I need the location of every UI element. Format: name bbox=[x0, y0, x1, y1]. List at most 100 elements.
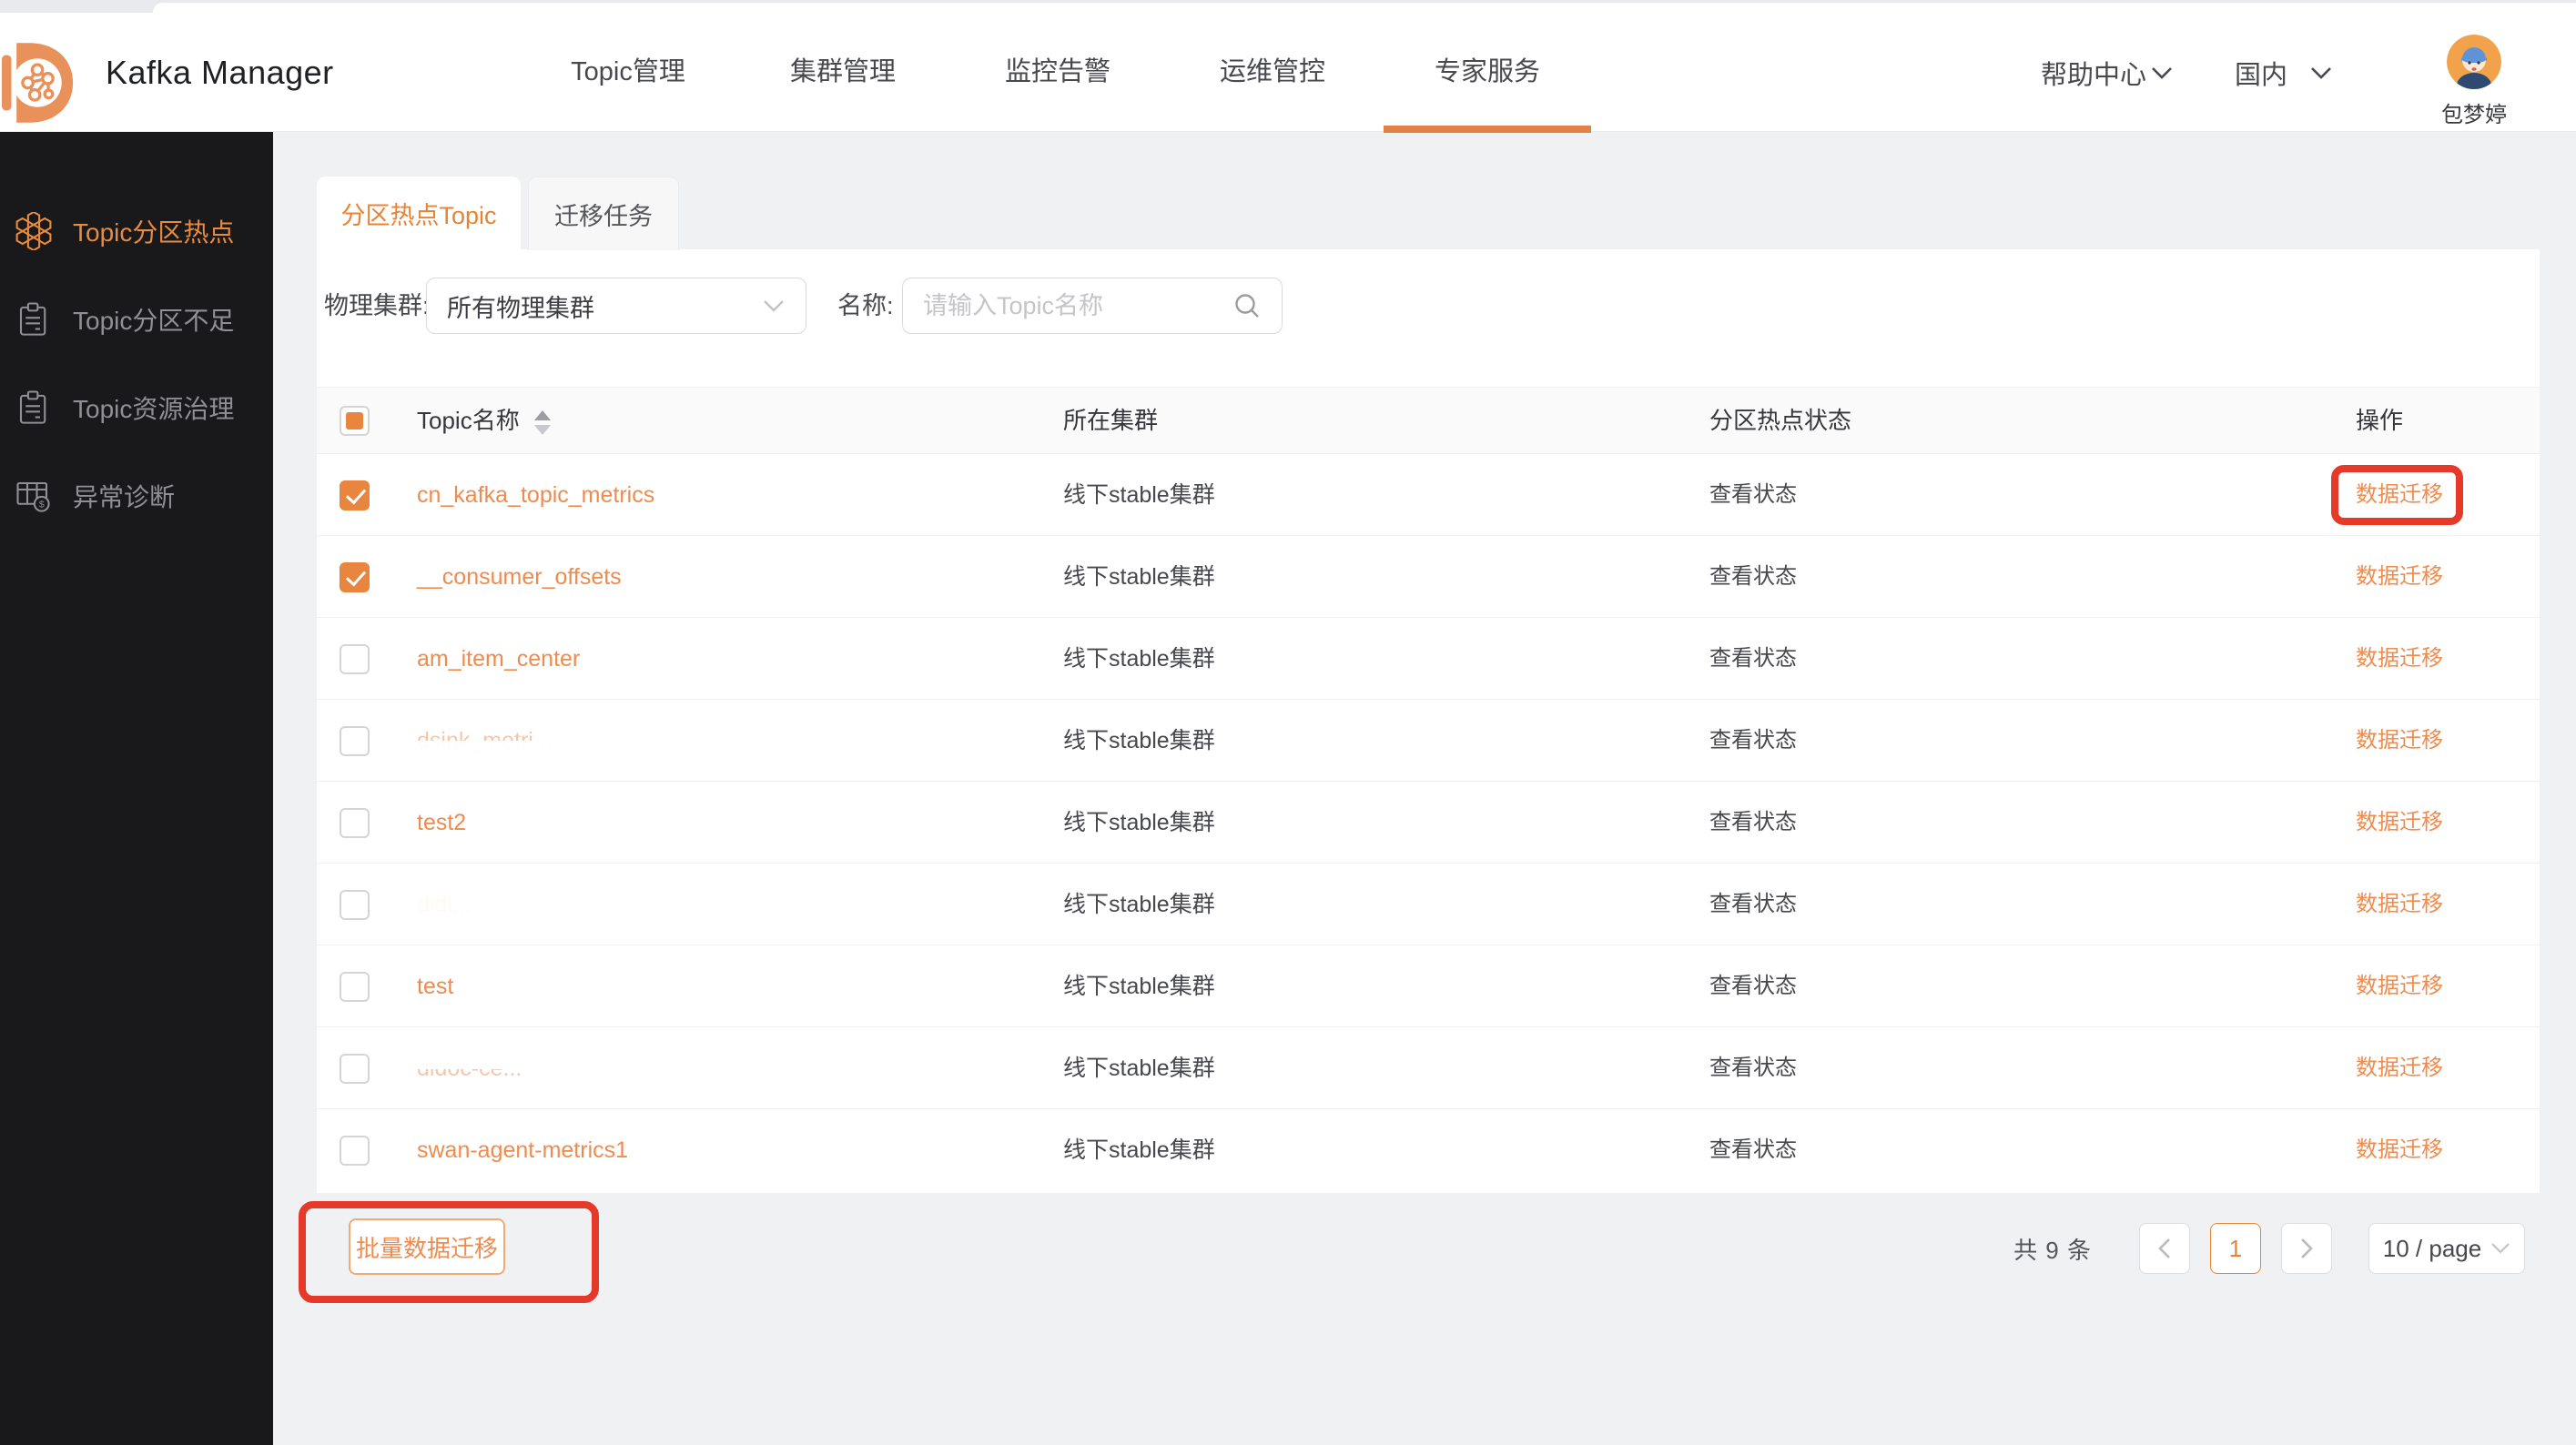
chevron-right-icon bbox=[2299, 1237, 2314, 1260]
sort-carets-icon[interactable] bbox=[534, 410, 551, 435]
view-status-link[interactable]: 查看状态 bbox=[1709, 454, 1797, 536]
table-row: am_item_center 线下stable集群 查看状态 数据迁移 bbox=[317, 618, 2540, 700]
sidebar-item-topic-partition-insufficient[interactable]: Topic分区不足 bbox=[0, 275, 273, 363]
row-checkbox[interactable] bbox=[340, 890, 370, 920]
column-actions: 操作 bbox=[2356, 388, 2403, 453]
sidebar-item-label: Topic资源治理 bbox=[73, 389, 234, 426]
physical-cluster-select[interactable]: 所有物理集群 bbox=[426, 278, 806, 334]
nav-topic-manage[interactable]: Topic管理 bbox=[521, 13, 735, 132]
content-tabs: 分区热点Topic 迁移任务 bbox=[317, 177, 679, 250]
sidebar-item-anomaly-diagnosis[interactable]: $ 异常诊断 bbox=[0, 451, 273, 540]
chevron-down-icon bbox=[2309, 66, 2333, 80]
honeycomb-icon bbox=[15, 212, 53, 250]
row-checkbox[interactable] bbox=[340, 972, 370, 1002]
row-checkbox[interactable] bbox=[340, 808, 370, 838]
migrate-link[interactable]: 数据迁移 bbox=[2356, 1109, 2443, 1191]
table-row: didoc-ce... 线下stable集群 查看状态 数据迁移 bbox=[317, 1027, 2540, 1109]
migrate-link[interactable]: 数据迁移 bbox=[2356, 864, 2443, 945]
pagination-next-button[interactable] bbox=[2281, 1223, 2332, 1274]
browser-top-strip bbox=[0, 0, 2576, 13]
help-center-menu[interactable]: 帮助中心 bbox=[2041, 13, 2174, 132]
sidebar-item-label: Topic分区不足 bbox=[73, 301, 234, 338]
topic-name-link[interactable]: cn_kafka_topic_metrics bbox=[417, 454, 654, 536]
row-checkbox[interactable] bbox=[340, 1136, 370, 1166]
topic-name-search-input[interactable] bbox=[923, 292, 1225, 320]
view-status-link[interactable]: 查看状态 bbox=[1709, 1109, 1797, 1191]
row-checkbox[interactable] bbox=[340, 480, 370, 510]
topic-name-link[interactable]: am_item_center bbox=[417, 618, 580, 700]
view-status-link[interactable]: 查看状态 bbox=[1709, 618, 1797, 700]
physical-cluster-value: 所有物理集群 bbox=[447, 288, 594, 324]
migrate-link[interactable]: 数据迁移 bbox=[2356, 618, 2443, 700]
content-panel: 物理集群: 所有物理集群 名称: Topic名称 所在集群 分区热点状态 操作 … bbox=[317, 249, 2540, 1193]
app-header: Kafka Manager Topic管理 集群管理 监控告警 运维管控 专家服… bbox=[0, 13, 2576, 132]
cluster-cell: 线下stable集群 bbox=[1063, 864, 1215, 945]
sidebar-item-topic-partition-hotspot[interactable]: Topic分区热点 bbox=[0, 187, 273, 275]
topic-name-search-box bbox=[902, 278, 1283, 334]
row-checkbox[interactable] bbox=[340, 726, 370, 756]
row-checkbox[interactable] bbox=[340, 562, 370, 592]
cluster-cell: 线下stable集群 bbox=[1063, 782, 1215, 864]
topic-name-link[interactable]: didi... bbox=[417, 864, 472, 945]
nav-expert-service[interactable]: 专家服务 bbox=[1380, 13, 1595, 132]
tab-partition-hotspot-topic[interactable]: 分区热点Topic bbox=[317, 177, 521, 250]
search-icon[interactable] bbox=[1232, 291, 1262, 320]
sidebar-item-topic-resource-governance[interactable]: Topic资源治理 bbox=[0, 363, 273, 451]
table-row: test 线下stable集群 查看状态 数据迁移 bbox=[317, 945, 2540, 1027]
view-status-link[interactable]: 查看状态 bbox=[1709, 700, 1797, 782]
svg-text:$: $ bbox=[39, 499, 45, 510]
tab-migration-tasks[interactable]: 迁移任务 bbox=[528, 177, 679, 250]
app-title: Kafka Manager bbox=[106, 13, 334, 132]
nav-cluster-manage[interactable]: 集群管理 bbox=[735, 13, 950, 132]
pagination-prev-button[interactable] bbox=[2139, 1223, 2190, 1274]
row-checkbox[interactable] bbox=[340, 644, 370, 674]
nav-monitor-alert[interactable]: 监控告警 bbox=[950, 13, 1165, 132]
nav-ops-control[interactable]: 运维管控 bbox=[1165, 13, 1380, 132]
column-topic-name[interactable]: Topic名称 bbox=[417, 388, 551, 453]
physical-cluster-label: 物理集群: bbox=[324, 278, 430, 334]
clipboard-icon bbox=[15, 389, 53, 427]
topic-name-link[interactable]: test2 bbox=[417, 782, 466, 864]
view-status-link[interactable]: 查看状态 bbox=[1709, 945, 1797, 1027]
table-row: test2 线下stable集群 查看状态 数据迁移 bbox=[317, 782, 2540, 864]
migrate-link[interactable]: 数据迁移 bbox=[2356, 700, 2443, 782]
table-row: didi... 线下stable集群 查看状态 数据迁移 bbox=[317, 864, 2540, 945]
table-body: cn_kafka_topic_metrics 线下stable集群 查看状态 数… bbox=[317, 454, 2540, 1191]
topic-name-link[interactable]: didoc-ce... bbox=[417, 1027, 522, 1109]
migrate-link[interactable]: 数据迁移 bbox=[2356, 782, 2443, 864]
topic-name-link[interactable]: __consumer_offsets bbox=[417, 536, 622, 618]
cluster-cell: 线下stable集群 bbox=[1063, 536, 1215, 618]
table-row: dsink_metri... 线下stable集群 查看状态 数据迁移 bbox=[317, 700, 2540, 782]
pagination-page-1[interactable]: 1 bbox=[2210, 1223, 2261, 1274]
browser-tab-shape bbox=[153, 3, 2576, 13]
pagination-total: 共 9 条 bbox=[2013, 1232, 2092, 1266]
chevron-down-icon bbox=[2490, 1242, 2510, 1255]
annotation-rect-migrate bbox=[2331, 465, 2463, 525]
migrate-link[interactable]: 数据迁移 bbox=[2356, 1027, 2443, 1109]
main-content: 分区热点Topic 迁移任务 物理集群: 所有物理集群 名称: Topic名称 … bbox=[273, 132, 2576, 1445]
view-status-link[interactable]: 查看状态 bbox=[1709, 864, 1797, 945]
table-header: Topic名称 所在集群 分区热点状态 操作 bbox=[317, 387, 2540, 454]
sidebar: Topic分区热点 Topic分区不足 Topic资源治理 $ 异常诊断 bbox=[0, 132, 273, 1445]
row-checkbox[interactable] bbox=[340, 1054, 370, 1084]
migrate-link[interactable]: 数据迁移 bbox=[2356, 536, 2443, 618]
column-partition-hotspot-status: 分区热点状态 bbox=[1709, 388, 1851, 453]
chevron-down-icon bbox=[762, 298, 786, 313]
page-size-select[interactable]: 10 / page bbox=[2368, 1223, 2525, 1274]
topic-name-link[interactable]: test bbox=[417, 945, 453, 1027]
migrate-link[interactable]: 数据迁移 bbox=[2356, 945, 2443, 1027]
select-all-checkbox[interactable] bbox=[340, 406, 370, 436]
pagination: 共 9 条 1 10 / page bbox=[2013, 1223, 2525, 1274]
view-status-link[interactable]: 查看状态 bbox=[1709, 536, 1797, 618]
topic-name-link[interactable]: dsink_metri... bbox=[417, 700, 553, 782]
clipboard-icon bbox=[15, 300, 53, 339]
view-status-link[interactable]: 查看状态 bbox=[1709, 1027, 1797, 1109]
avatar[interactable] bbox=[2447, 35, 2501, 89]
cluster-cell: 线下stable集群 bbox=[1063, 618, 1215, 700]
view-status-link[interactable]: 查看状态 bbox=[1709, 782, 1797, 864]
cluster-cell: 线下stable集群 bbox=[1063, 1027, 1215, 1109]
name-filter-label: 名称: bbox=[837, 278, 894, 334]
region-selector[interactable]: 国内 bbox=[2235, 13, 2333, 132]
topic-name-link[interactable]: swan-agent-metrics1 bbox=[417, 1109, 628, 1191]
user-menu[interactable]: 包梦婷 bbox=[2429, 35, 2520, 128]
